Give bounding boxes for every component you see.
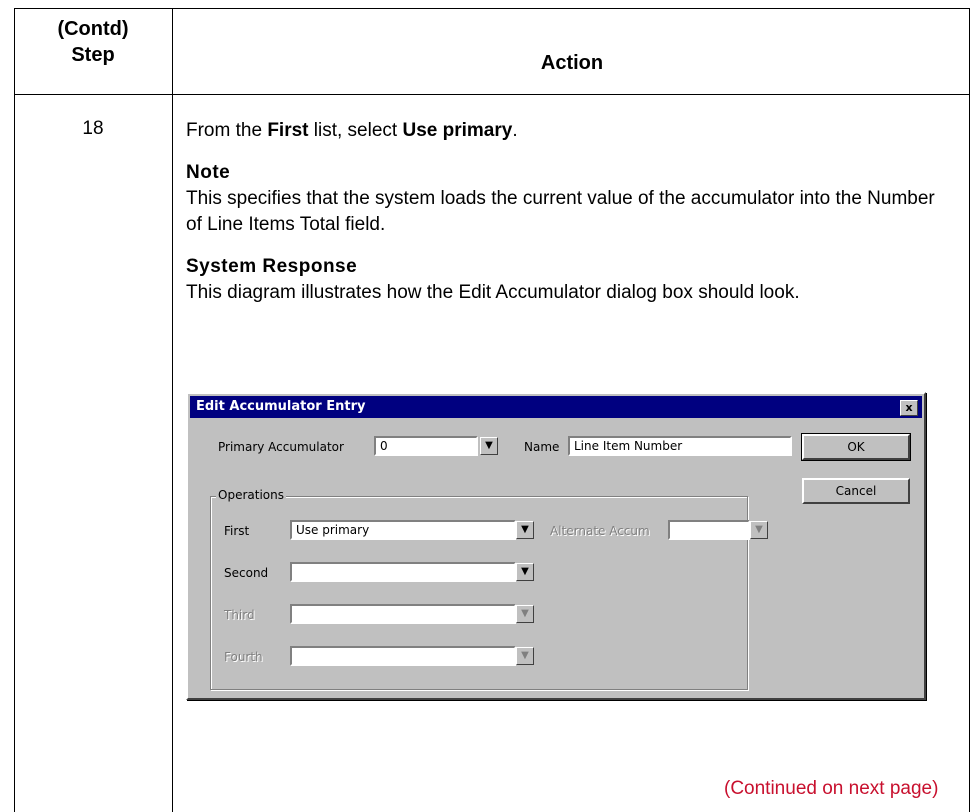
chevron-down-icon[interactable]: ▼ xyxy=(516,605,534,623)
instruction-first: First xyxy=(267,120,309,141)
ok-button[interactable]: OK xyxy=(801,433,911,461)
step-number: 18 xyxy=(82,118,104,139)
cancel-button[interactable]: Cancel xyxy=(802,478,910,504)
chevron-down-icon[interactable]: ▼ xyxy=(516,647,534,665)
edit-accumulator-dialog: Edit Accumulator Entry x Primary Accumul… xyxy=(186,392,926,700)
operations-group-label: Operations xyxy=(216,488,286,502)
step-instruction: From the First list, select Use primary. xyxy=(186,118,946,144)
system-response-heading: System Response xyxy=(186,256,358,277)
close-icon[interactable]: x xyxy=(900,400,918,416)
alternate-accum-label: Alternate Accum xyxy=(550,524,650,538)
chevron-down-icon[interactable]: ▼ xyxy=(516,521,534,539)
table-header-divider xyxy=(14,94,970,95)
instruction-value: Use primary xyxy=(402,120,513,141)
chevron-down-icon[interactable]: ▼ xyxy=(480,437,498,455)
fourth-select[interactable] xyxy=(290,646,516,666)
primary-accumulator-select[interactable]: 0 xyxy=(374,436,478,456)
table-border-top xyxy=(14,8,970,9)
action-body: From the First list, select Use primary.… xyxy=(186,118,946,306)
second-label: Second xyxy=(224,566,269,580)
third-select[interactable] xyxy=(290,604,516,624)
instruction-suffix: . xyxy=(512,120,518,141)
system-response-text: This diagram illustrates how the Edit Ac… xyxy=(186,282,800,303)
dialog-title: Edit Accumulator Entry xyxy=(196,399,366,414)
name-field[interactable]: Line Item Number xyxy=(568,436,792,456)
third-label: Third xyxy=(224,608,255,622)
alternate-accum-select[interactable] xyxy=(668,520,750,540)
fourth-label: Fourth xyxy=(224,650,263,664)
first-label: First xyxy=(224,524,250,538)
name-label: Name xyxy=(524,440,560,454)
dialog-title-bar: Edit Accumulator Entry x xyxy=(190,396,922,418)
step-header-step: Step xyxy=(71,44,115,66)
continued-note: (Continued on next page) xyxy=(724,778,939,799)
chevron-down-icon[interactable]: ▼ xyxy=(516,563,534,581)
primary-accumulator-label: Primary Accumulator xyxy=(218,440,344,454)
table-column-divider xyxy=(172,8,173,812)
instruction-prefix: From the xyxy=(186,120,268,141)
action-column-header: Action xyxy=(540,52,604,74)
chevron-down-icon[interactable]: ▼ xyxy=(750,521,768,539)
step-column-header: (Contd) Step xyxy=(14,16,172,68)
note-text: This specifies that the system loads the… xyxy=(186,188,935,235)
note-heading: Note xyxy=(186,162,231,183)
instruction-mid: list, select xyxy=(308,120,403,141)
first-select[interactable]: Use primary xyxy=(290,520,516,540)
second-select[interactable] xyxy=(290,562,516,582)
step-header-contd: (Contd) xyxy=(57,18,129,40)
